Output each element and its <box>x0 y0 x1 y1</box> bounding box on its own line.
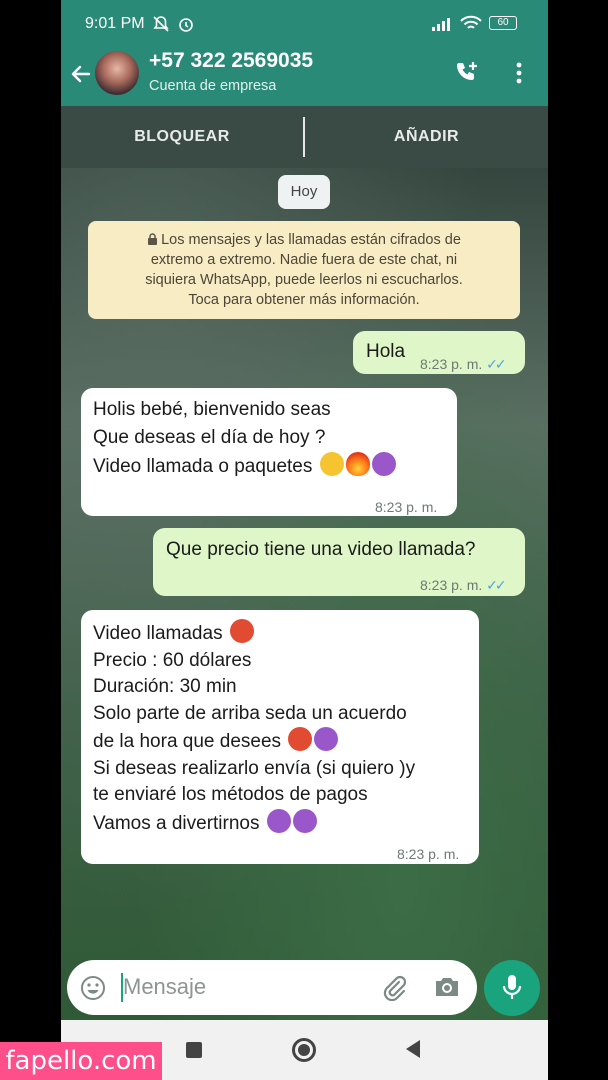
recents-button[interactable] <box>186 1042 202 1058</box>
message-text: Hola <box>366 341 406 362</box>
contact-name[interactable]: +57 322 2569035 <box>149 49 313 73</box>
smiling-devil-icon <box>266 808 291 833</box>
message-composer: Mensaje <box>67 960 477 1015</box>
message-line: Duración: 30 min <box>93 676 237 697</box>
message-line: te enviaré los métodos de pagos <box>93 784 368 805</box>
message-outgoing[interactable]: Que precio tiene una video llamada? 8:23… <box>153 528 525 596</box>
camera-icon[interactable] <box>433 974 461 1000</box>
message-time: 8:23 p. m. ✓✓ <box>420 577 507 593</box>
battery-icon: 60 <box>489 16 517 30</box>
message-incoming[interactable]: Holis bebé, bienvenido seas Que deseas e… <box>81 388 457 516</box>
message-line: Si deseas realizarlo envía (si quiero )y <box>93 757 416 779</box>
message-line: Solo parte de arriba seda un acuerdo <box>93 702 407 724</box>
home-button[interactable] <box>292 1038 316 1062</box>
alarm-icon <box>179 18 193 32</box>
message-line: Precio : 60 dólares <box>93 649 252 671</box>
signal-icon <box>432 18 450 31</box>
message-input[interactable]: Mensaje <box>123 974 206 1000</box>
message-outgoing[interactable]: Hola 8:23 p. m. ✓✓ <box>353 331 525 374</box>
chat-header: +57 322 2569035 Cuenta de empresa <box>61 48 548 106</box>
read-receipt-icon: ✓✓ <box>486 356 507 372</box>
date-chip: Hoy <box>278 175 330 209</box>
emoji-icon[interactable] <box>79 974 107 1002</box>
avatar[interactable] <box>95 51 139 95</box>
smiling-devil-icon <box>314 727 339 751</box>
face-blowing-kiss-icon <box>319 452 344 476</box>
hot-face-icon <box>229 619 254 643</box>
message-line: Que deseas el día de hoy ? <box>93 427 326 448</box>
attach-icon[interactable] <box>379 973 409 1003</box>
message-line: Vamos a divertirnos <box>93 808 467 838</box>
battery-level: 60 <box>497 17 509 28</box>
more-options-icon[interactable] <box>513 60 525 86</box>
action-divider <box>303 117 305 157</box>
block-button[interactable]: BLOQUEAR <box>61 106 303 168</box>
back-button[interactable] <box>404 1039 422 1059</box>
notifications-off-icon <box>153 16 169 32</box>
notice-line: Los mensajes y las llamadas están cifrad… <box>88 230 520 250</box>
contact-subtitle: Cuenta de empresa <box>149 78 277 94</box>
message-text: Que precio tiene una video llamada? <box>166 539 476 560</box>
message-line: Video llamada o paquetes <box>93 452 445 480</box>
wifi-icon <box>460 15 482 29</box>
back-arrow-icon[interactable] <box>69 62 93 86</box>
smiling-devil-icon <box>292 808 317 833</box>
read-receipt-icon: ✓✓ <box>486 577 507 593</box>
message-incoming[interactable]: Video llamadas Precio : 60 dólares Durac… <box>81 610 479 864</box>
message-line: de la hora que desees <box>93 727 467 756</box>
notice-line: siquiera WhatsApp, puede leerlos ni escu… <box>145 272 463 288</box>
message-line: Video llamadas <box>93 619 467 648</box>
add-contact-button[interactable]: AÑADIR <box>305 106 548 168</box>
add-call-icon[interactable] <box>454 60 480 86</box>
fire-icon <box>345 452 370 476</box>
notice-line: Toca para obtener más información. <box>188 292 420 308</box>
message-line: Holis bebé, bienvenido seas <box>93 399 331 420</box>
notice-line: extremo a extremo. Nadie fuera de este c… <box>150 252 458 268</box>
lock-icon <box>148 233 158 245</box>
status-time: 9:01 PM <box>85 15 145 32</box>
message-time: 8:23 p. m. <box>397 846 460 862</box>
smiling-devil-icon <box>371 452 396 476</box>
watermark-label: fapello.com <box>0 1042 162 1080</box>
hot-face-icon <box>288 727 313 751</box>
encryption-notice[interactable]: Los mensajes y las llamadas están cifrad… <box>88 221 520 319</box>
message-time: 8:23 p. m. <box>375 499 438 515</box>
phone-screen: 9:01 PM 60 +57 322 2569035 Cuenta de emp… <box>61 0 548 1080</box>
status-bar: 9:01 PM 60 <box>61 0 548 48</box>
message-time: 8:23 p. m. ✓✓ <box>420 356 507 372</box>
voice-message-button[interactable] <box>484 960 540 1016</box>
microphone-icon <box>502 975 522 999</box>
